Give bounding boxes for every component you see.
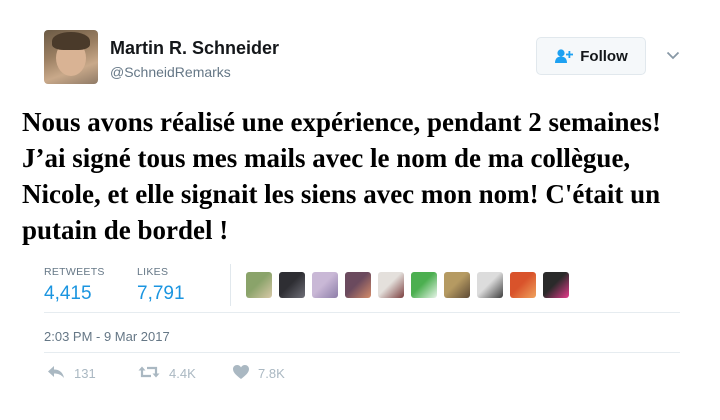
liker-avatar-6[interactable] [411, 272, 437, 298]
user-handle[interactable]: @SchneidRemarks [110, 64, 231, 80]
liker-avatars [246, 272, 576, 298]
more-options-chevron-down-icon[interactable] [664, 46, 682, 64]
retweets-count: 4,415 [44, 283, 92, 304]
liker-avatar-5[interactable] [378, 272, 404, 298]
like-button[interactable]: 7.8K [232, 364, 285, 383]
follow-button[interactable]: Follow [536, 37, 646, 75]
reply-button[interactable]: 131 [46, 364, 96, 383]
liker-avatar-8[interactable] [477, 272, 503, 298]
reply-icon [46, 364, 66, 383]
likes-count: 7,791 [137, 283, 185, 304]
retweet-icon [137, 364, 161, 383]
divider [44, 352, 680, 353]
liker-avatar-2[interactable] [279, 272, 305, 298]
liker-avatar-9[interactable] [510, 272, 536, 298]
add-user-icon [554, 48, 574, 64]
reply-count: 131 [74, 366, 96, 381]
display-name[interactable]: Martin R. Schneider [110, 38, 279, 59]
follow-label: Follow [580, 47, 628, 65]
liker-avatar-7[interactable] [444, 272, 470, 298]
tweet-text: Nous avons réalisé une expérience, penda… [22, 107, 661, 245]
retweet-button[interactable]: 4.4K [137, 364, 196, 383]
retweets-stat[interactable]: RETWEETS 4,415 [44, 266, 105, 305]
like-count: 7.8K [258, 366, 285, 381]
stats-divider [230, 264, 231, 306]
retweets-label: RETWEETS [44, 266, 105, 278]
profile-avatar[interactable] [44, 30, 98, 84]
tweet-timestamp[interactable]: 2:03 PM - 9 Mar 2017 [44, 329, 170, 344]
likes-stat[interactable]: LIKES 7,791 [137, 266, 185, 305]
avatar-hair [52, 32, 90, 50]
divider [44, 312, 680, 313]
liker-avatar-10[interactable] [543, 272, 569, 298]
retweet-count: 4.4K [169, 366, 196, 381]
liker-avatar-3[interactable] [312, 272, 338, 298]
liker-avatar-1[interactable] [246, 272, 272, 298]
likes-label: LIKES [137, 266, 169, 278]
liker-avatar-4[interactable] [345, 272, 371, 298]
heart-icon [232, 364, 250, 383]
